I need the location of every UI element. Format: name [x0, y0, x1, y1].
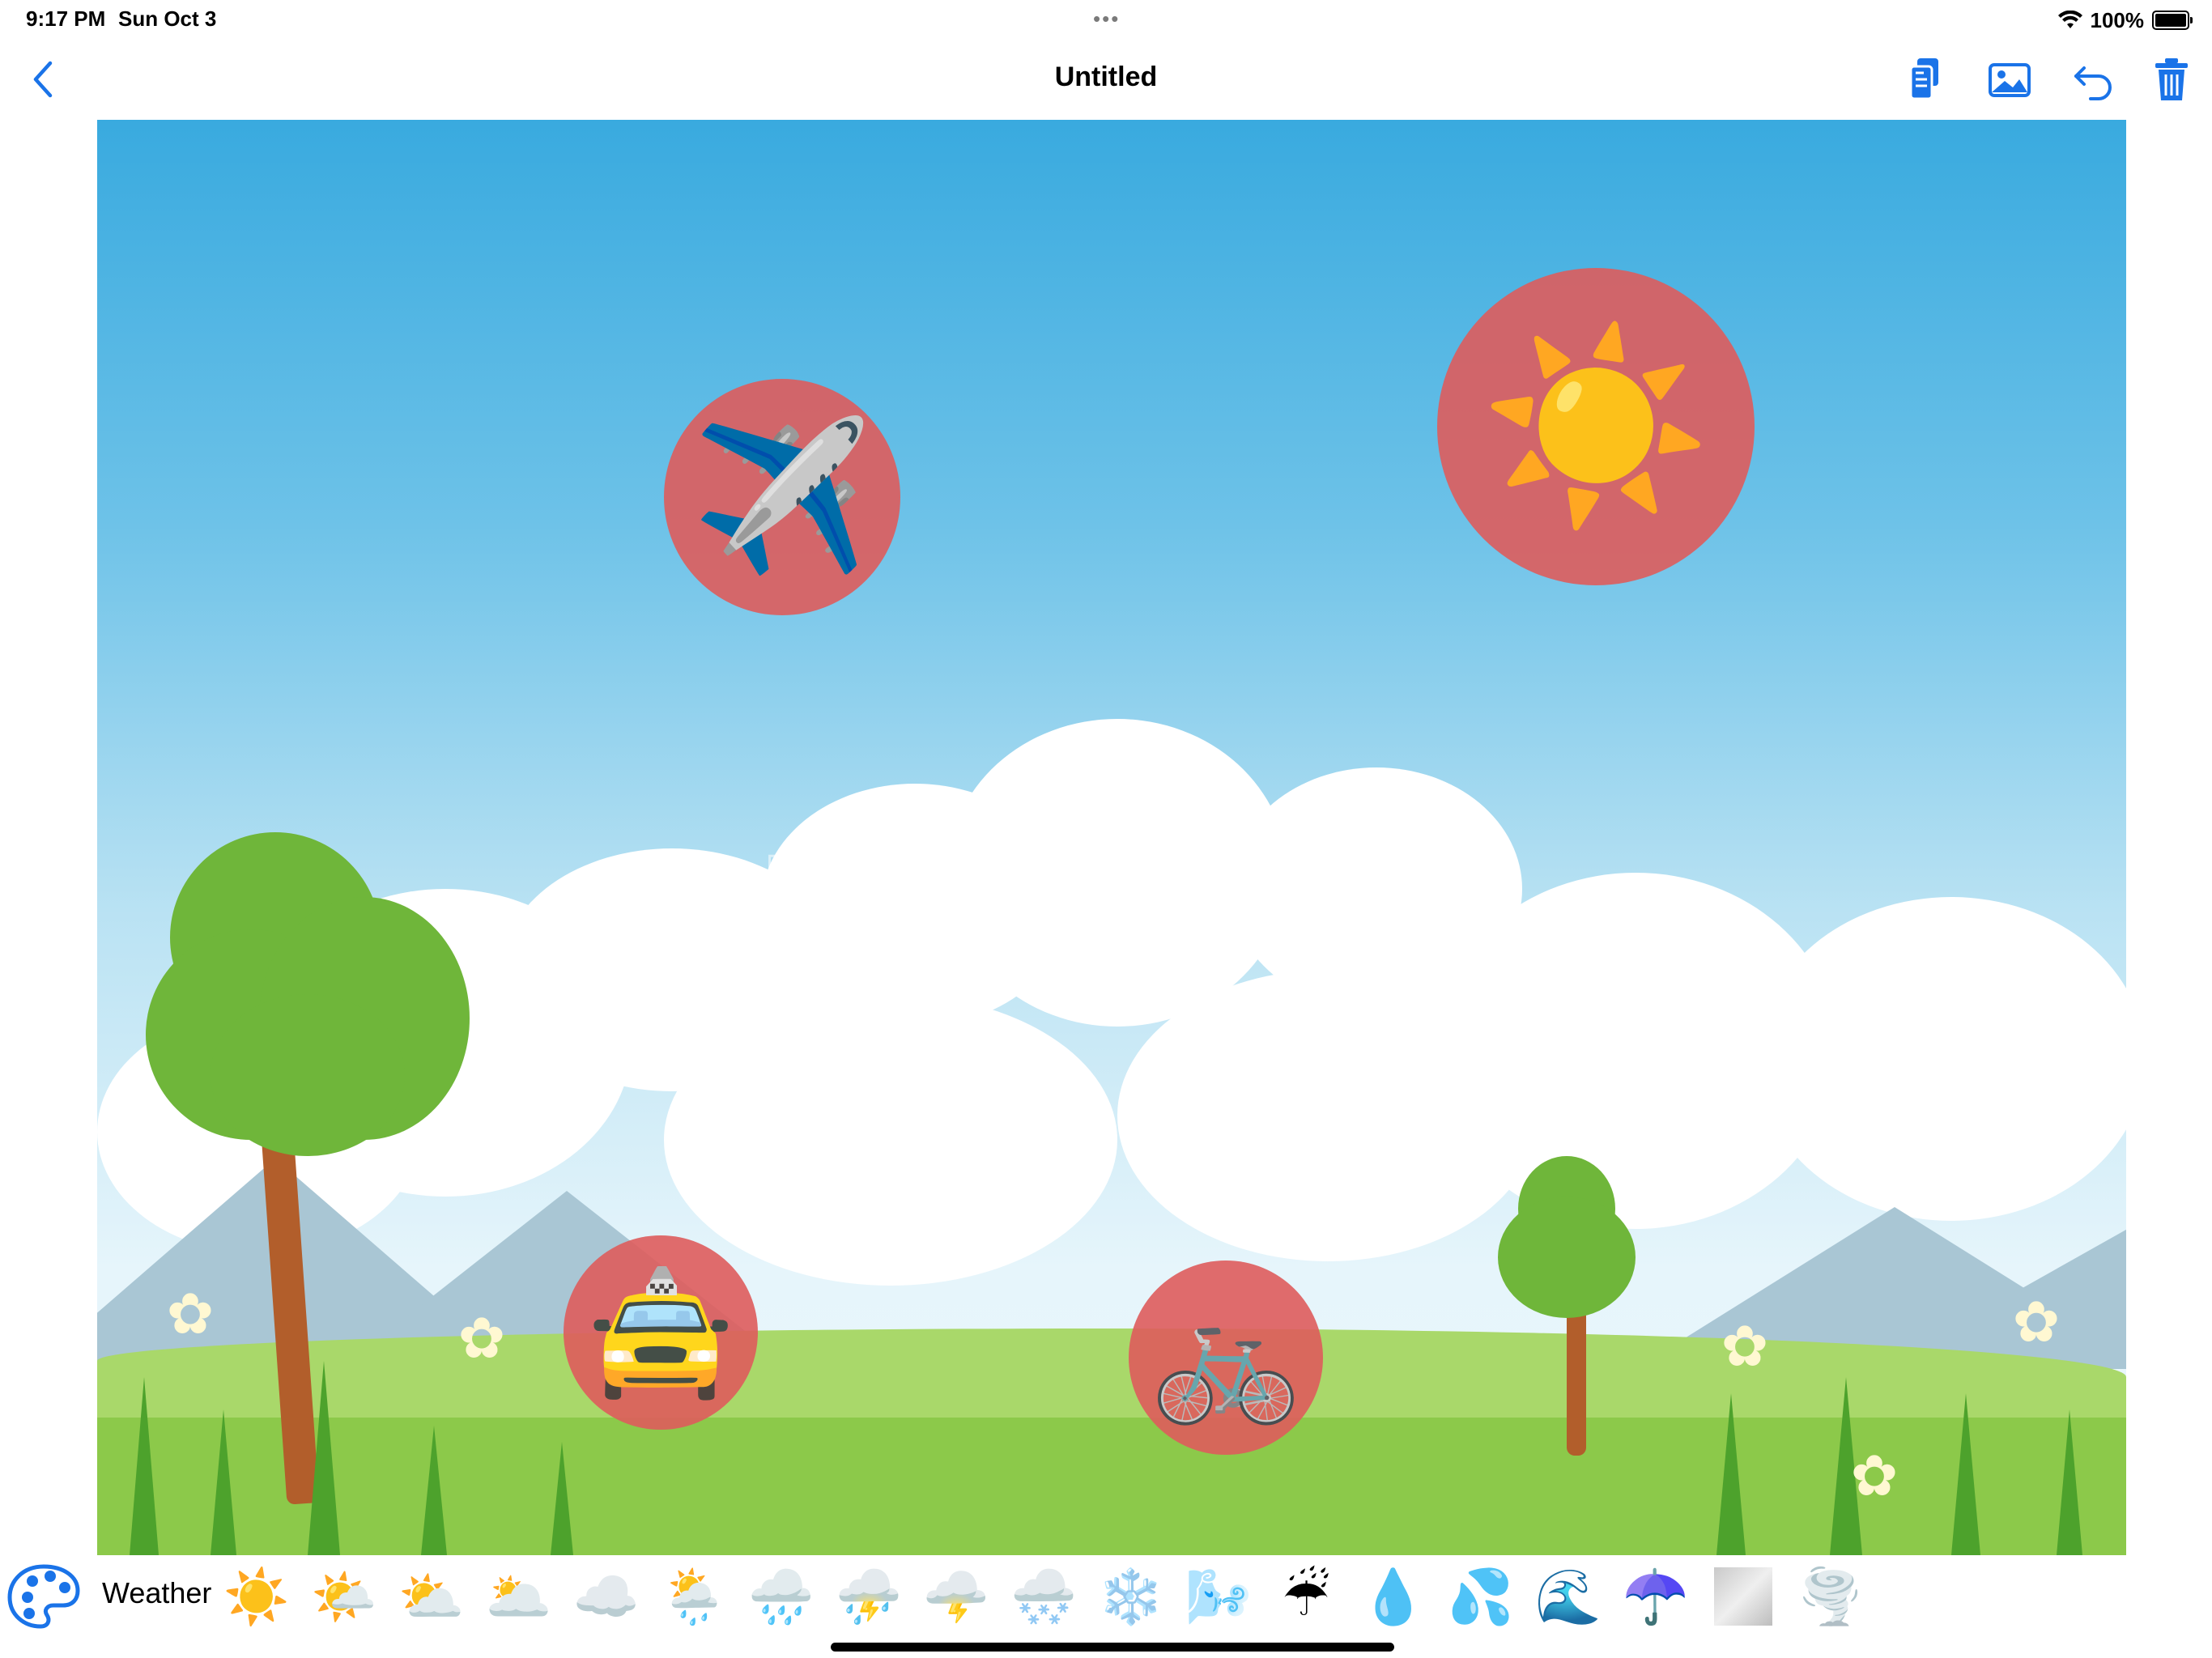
multitasking-dots-icon[interactable]: ••• — [1093, 6, 1120, 32]
emoji-thunder-rain-cloud[interactable]: ⛈️ — [831, 1562, 907, 1631]
trash-icon[interactable] — [2147, 55, 2196, 104]
emoji-tornado[interactable]: 🌪️ — [1793, 1562, 1869, 1631]
drawing-canvas[interactable]: dreamstime ✿ ✿ ✿ ✿ ✿ ✈️ ☀️ 🚖 🚲 — [97, 120, 2126, 1555]
copy-document-icon[interactable] — [1901, 55, 1950, 104]
emoji-snowflake[interactable]: ❄️ — [1093, 1562, 1169, 1631]
emoji-snow-cloud[interactable]: 🌨️ — [1006, 1562, 1082, 1631]
emoji-rain-cloud[interactable]: 🌧️ — [743, 1562, 819, 1631]
page-title: Untitled — [1054, 62, 1158, 92]
emoji-row: ☀️ 🌤️ ⛅ 🌥️ ☁️ 🌦️ 🌧️ ⛈️ 🌩️ 🌨️ ❄️ 🌬️ ☔ 💧 💦… — [219, 1562, 1869, 1631]
emoji-sun-small-cloud[interactable]: 🌤️ — [306, 1562, 382, 1631]
emoji-droplet[interactable]: 💧 — [1355, 1562, 1431, 1631]
status-indicators: 100% — [2057, 7, 2193, 32]
emoji-wind-face[interactable]: 🌬️ — [1180, 1562, 1257, 1631]
emoji-sun-behind-large-cloud[interactable]: 🌥️ — [481, 1562, 557, 1631]
home-indicator — [831, 1643, 1394, 1652]
sticker-taxi[interactable]: 🚖 — [564, 1235, 758, 1430]
battery-icon — [2152, 11, 2193, 30]
emoji-lightning-cloud[interactable]: 🌩️ — [918, 1562, 994, 1631]
battery-percentage: 100% — [2090, 7, 2145, 32]
emoji-water-wave[interactable]: 🌊 — [1530, 1562, 1606, 1631]
emoji-sun-behind-cloud[interactable]: ⛅ — [393, 1562, 470, 1631]
image-icon[interactable] — [1985, 55, 2034, 104]
emoji-sun[interactable]: ☀️ — [219, 1562, 295, 1631]
status-bar: 9:17 PM Sun Oct 3 ••• 100% — [0, 0, 2212, 39]
status-time: 9:17 PM — [26, 6, 106, 31]
category-label[interactable]: Weather — [102, 1576, 211, 1610]
sticker-sun[interactable]: ☀️ — [1437, 268, 1755, 585]
emoji-cloud[interactable]: ☁️ — [568, 1562, 644, 1631]
fog-icon — [1714, 1567, 1772, 1626]
palette-icon[interactable] — [5, 1562, 83, 1631]
watermark-text: dreamstime — [719, 833, 1436, 971]
status-date: Sun Oct 3 — [118, 6, 217, 31]
sticker-airplane[interactable]: ✈️ — [664, 379, 900, 615]
wifi-icon — [2057, 11, 2082, 28]
emoji-sun-rain-cloud[interactable]: 🌦️ — [656, 1562, 732, 1631]
undo-icon[interactable] — [2069, 55, 2118, 104]
emoji-picker-bar: Weather ☀️ 🌤️ ⛅ 🌥️ ☁️ 🌦️ 🌧️ ⛈️ 🌩️ 🌨️ ❄️ … — [0, 1555, 2212, 1636]
navigation-bar: Untitled — [0, 39, 2212, 120]
sticker-bicycle[interactable]: 🚲 — [1129, 1261, 1323, 1455]
emoji-fog[interactable] — [1705, 1562, 1781, 1631]
emoji-sweat-droplets[interactable]: 💦 — [1443, 1562, 1519, 1631]
emoji-umbrella[interactable]: ☂️ — [1618, 1562, 1694, 1631]
emoji-umbrella-rain[interactable]: ☔ — [1268, 1562, 1344, 1631]
